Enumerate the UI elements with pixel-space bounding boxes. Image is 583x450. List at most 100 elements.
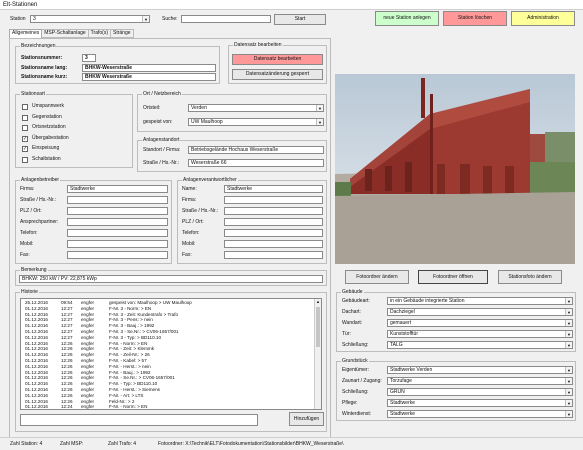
hinzufuegen-button[interactable]: Hinzufügen: [289, 412, 324, 426]
bemerkung-field[interactable]: BHKW: 250 kW / PV: 22,875 kWp: [19, 275, 323, 283]
strasse-field[interactable]: Weserstraße 66: [188, 159, 324, 167]
grundstueck-field-value[interactable]: GRUN ▼: [387, 388, 573, 396]
gebaeude-field-value[interactable]: gemauert ▼: [387, 319, 573, 327]
admin-button[interactable]: Administration: [511, 11, 575, 26]
stationsnummer-field[interactable]: 3: [82, 54, 96, 62]
gebaeude-field-value[interactable]: TALG ▼: [387, 341, 573, 349]
chevron-down-icon[interactable]: ▼: [565, 400, 572, 406]
tab-allgemeines[interactable]: Allgemeines: [9, 29, 43, 38]
stationsnummer-label: Stationsnummer:: [21, 55, 63, 61]
stationsart-item[interactable]: Ortsnetzstation: [22, 124, 130, 132]
checkbox[interactable]: [22, 125, 28, 131]
verantwortlicher-field-value[interactable]: [224, 218, 323, 226]
gebaeude-field-value[interactable]: Dachziegel ▼: [387, 308, 573, 316]
datensatz-gesperrt-button[interactable]: Datensatzänderung gesperrt: [232, 69, 323, 80]
chevron-down-icon[interactable]: ▼: [565, 342, 572, 348]
chevron-down-icon[interactable]: ▼: [565, 378, 572, 384]
chevron-down-icon[interactable]: ▼: [565, 298, 572, 304]
gebaeude-field-value[interactable]: Kunststofftür ▼: [387, 330, 573, 338]
grundstueck-field-value[interactable]: Stadtwerke Verden ▼: [387, 366, 573, 374]
search-input[interactable]: [181, 15, 271, 23]
scroll-up-icon[interactable]: ▲: [316, 300, 320, 304]
start-button[interactable]: Start: [274, 14, 326, 25]
stationsname-lang-label: Stationsname lang:: [21, 65, 68, 71]
checkbox-label: Ortsnetzstation: [32, 124, 66, 130]
chevron-down-icon[interactable]: ▼: [316, 105, 323, 111]
verantwortlicher-field-value[interactable]: [224, 207, 323, 215]
historie-input[interactable]: [20, 414, 258, 426]
checkbox[interactable]: ✓: [22, 135, 28, 142]
chevron-down-icon[interactable]: ▼: [565, 411, 572, 417]
grundstueck-field-label: Pflege:: [342, 400, 358, 406]
betreiber-field-value[interactable]: [67, 240, 168, 248]
field-text: in ein Gebäude integrierte Station: [390, 298, 465, 304]
field-text: Stadtwerke: [390, 411, 416, 417]
gebaeude-field-label: Gebäudeart:: [342, 298, 370, 304]
status-bar: Zahl Station: 4 Zahl MSP: Zahl Trafo: 4 …: [0, 437, 583, 450]
betreiber-field-value[interactable]: [67, 207, 168, 215]
verantwortlicher-field-label: Mobil:: [182, 241, 196, 247]
gebaeude-field-value[interactable]: in ein Gebäude integrierte Station ▼: [387, 297, 573, 305]
tab-straenge[interactable]: Stränge: [111, 29, 134, 38]
strasse-label: Straße / Hs.-Nr.:: [143, 160, 180, 166]
verantwortlicher-field-value[interactable]: [224, 229, 323, 237]
chevron-down-icon[interactable]: ▼: [565, 309, 572, 315]
chevron-down-icon[interactable]: ▼: [565, 320, 572, 326]
gespeist-select[interactable]: UW Maulhoop ▼: [188, 118, 324, 126]
grundstueck-field-value[interactable]: Stadtwerke ▼: [387, 410, 573, 418]
stationsart-item[interactable]: ✓ Einspeisung: [22, 145, 130, 153]
stationsart-item[interactable]: Gegenstation: [22, 114, 130, 122]
betreiber-field-value[interactable]: [67, 229, 168, 237]
group-title: Anlagenstandort: [142, 137, 181, 144]
field-text: Stadtwerke: [227, 186, 253, 192]
stationsart-item[interactable]: Umspannwerk: [22, 103, 130, 111]
verantwortlicher-field-value[interactable]: [224, 240, 323, 248]
list-item[interactable]: 01.12.2016 12:24 engfer F-Nr. - Norm: > EN: [23, 404, 311, 410]
verantwortlicher-field-value[interactable]: Stadtwerke: [224, 185, 323, 193]
new-station-button[interactable]: neue Station anlegen: [375, 11, 439, 26]
stationsfoto-aendern-button[interactable]: Stationsfoto ändern: [498, 270, 562, 284]
scroll-thumb[interactable]: [316, 307, 320, 347]
stationsart-item[interactable]: ✓ Übergabestation: [22, 135, 130, 143]
grundstueck-field-value[interactable]: Torzufage ▼: [387, 377, 573, 385]
datensatz-bearbeiten-button[interactable]: Datensatz bearbeiten: [232, 54, 323, 65]
fotoordner-oeffnen-button[interactable]: Fotoordner öffnen: [418, 270, 488, 284]
fotoordner-aendern-button[interactable]: Fotoordner ändern: [345, 270, 409, 284]
ort-group: Ort / Netzbereich Ortsteil: Verden ▼ gesp…: [137, 91, 327, 132]
stationsart-item[interactable]: Schaltstation: [22, 156, 130, 164]
grundstueck-field-value[interactable]: Stadtwerke ▼: [387, 399, 573, 407]
standort-field[interactable]: Betriebsgelände Hochaus Weserstraße: [188, 146, 324, 154]
chevron-down-icon[interactable]: ▼: [565, 331, 572, 337]
chevron-down-icon[interactable]: ▼: [565, 389, 572, 395]
stationsname-lang-field[interactable]: BHKW-Weserstraße: [82, 64, 216, 72]
chevron-down-icon[interactable]: ▼: [142, 16, 149, 22]
chevron-down-icon[interactable]: ▼: [316, 119, 323, 125]
ortsteil-select[interactable]: Verden ▼: [188, 104, 324, 112]
bemerkung-group: Bemerkung BHKW: 250 kW / PV: 22,875 kWp: [15, 267, 327, 286]
tab-msp-schaltanlage[interactable]: MSP-Schaltanlage: [42, 29, 89, 38]
betreiber-field-value[interactable]: [67, 196, 168, 204]
checkbox[interactable]: [22, 114, 28, 121]
grundstueck-group: Grundstück Eigentümer: Stadtwerke Verden ▼…: [336, 358, 576, 421]
scrollbar[interactable]: ▲: [314, 299, 321, 409]
historie-list[interactable]: 25.12.2016 09:54 engfer gespeist von: Maulh…: [20, 298, 322, 410]
checkbox[interactable]: [22, 156, 28, 163]
verantwortlicher-field-value[interactable]: [224, 196, 323, 204]
checkbox[interactable]: [22, 104, 28, 110]
checkbox[interactable]: ✓: [22, 146, 28, 152]
station-select[interactable]: 3 ▼: [30, 15, 150, 23]
delete-station-button[interactable]: Station löschen: [443, 11, 507, 26]
grundstueck-field-label: Winterdienst:: [342, 411, 372, 417]
group-title: Stationsart: [20, 91, 46, 98]
stationsname-kurz-field[interactable]: BHKW Weserstraße: [82, 73, 216, 81]
verantwortlicher-field-value[interactable]: [224, 251, 323, 259]
betreiber-field-value[interactable]: [67, 218, 168, 226]
verantwortlicher-group: Anlagenverantwortlicher Name: Stadtwerke F…: [177, 177, 327, 264]
stationsname-kurz-label: Stationsname kurz:: [21, 74, 68, 80]
chevron-down-icon[interactable]: ▼: [565, 367, 572, 373]
tab-trafos[interactable]: Trafo(s): [88, 29, 111, 38]
betreiber-field-value[interactable]: Stadtwerke: [67, 185, 168, 193]
field-text: Stadtwerke Verden: [390, 367, 433, 373]
list-cell: engfer: [81, 404, 95, 410]
betreiber-field-value[interactable]: [67, 251, 168, 259]
